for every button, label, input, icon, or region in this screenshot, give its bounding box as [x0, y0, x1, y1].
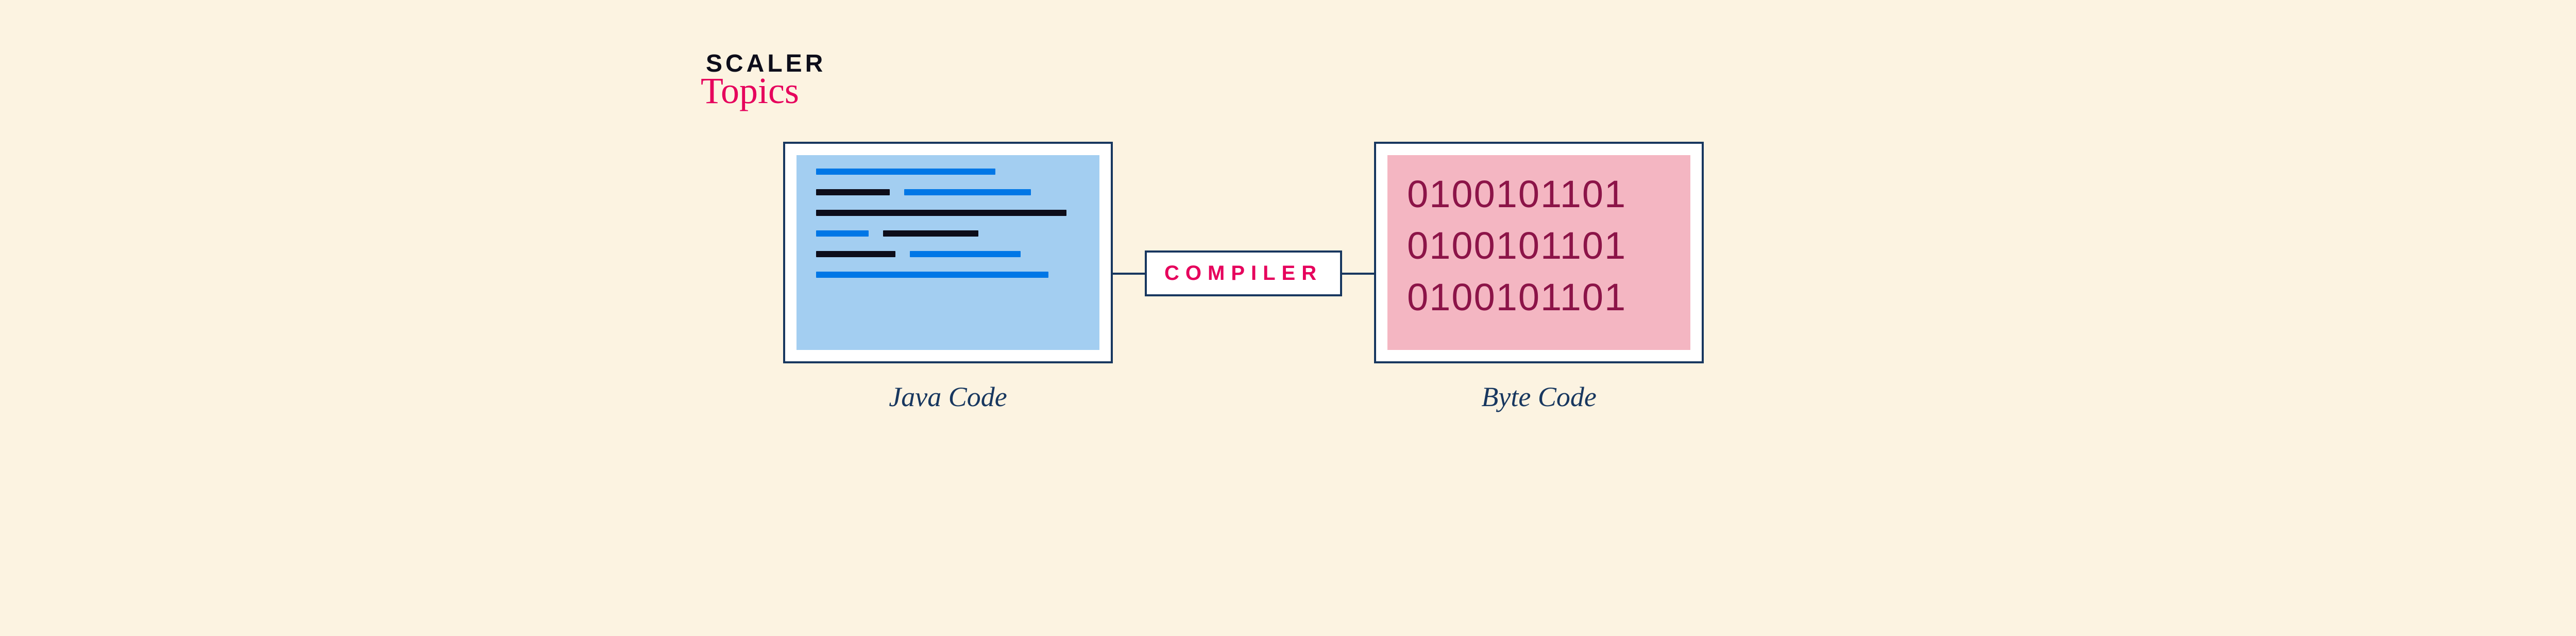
diagram-canvas: SCALER Topics	[0, 0, 2576, 636]
wire-right	[1342, 273, 1374, 275]
compiler-label: COMPILER	[1164, 262, 1323, 284]
code-line	[910, 251, 1021, 257]
byte-row: 0100101101	[1407, 272, 1671, 323]
connector: COMPILER	[1113, 250, 1374, 296]
byte-row: 0100101101	[1407, 220, 1671, 272]
compiler-diagram: Java Code COMPILER 0100101101 0100101101…	[783, 142, 1704, 413]
java-code-caption: Java Code	[889, 381, 1007, 413]
code-row	[816, 230, 1080, 251]
code-line	[816, 169, 995, 175]
scaler-topics-logo: SCALER Topics	[706, 52, 826, 109]
byte-code-caption: Byte Code	[1481, 381, 1596, 413]
java-code-panel	[783, 142, 1113, 363]
java-code-inner	[796, 155, 1099, 350]
logo-text-bottom: Topics	[701, 72, 826, 109]
code-line	[816, 210, 1066, 216]
code-row	[816, 189, 1080, 210]
code-line	[816, 189, 890, 195]
byte-code-inner: 0100101101 0100101101 0100101101	[1387, 155, 1690, 350]
code-line	[904, 189, 1031, 195]
byte-code-block: 0100101101 0100101101 0100101101 Byte Co…	[1374, 142, 1704, 413]
code-line	[816, 251, 895, 257]
compiler-box: COMPILER	[1145, 250, 1342, 296]
code-line	[883, 230, 978, 237]
code-line	[816, 272, 1048, 278]
code-row	[816, 251, 1080, 272]
wire-left	[1113, 273, 1145, 275]
java-code-block: Java Code	[783, 142, 1113, 413]
byte-code-panel: 0100101101 0100101101 0100101101	[1374, 142, 1704, 363]
code-line	[816, 230, 869, 237]
byte-row: 0100101101	[1407, 169, 1671, 220]
